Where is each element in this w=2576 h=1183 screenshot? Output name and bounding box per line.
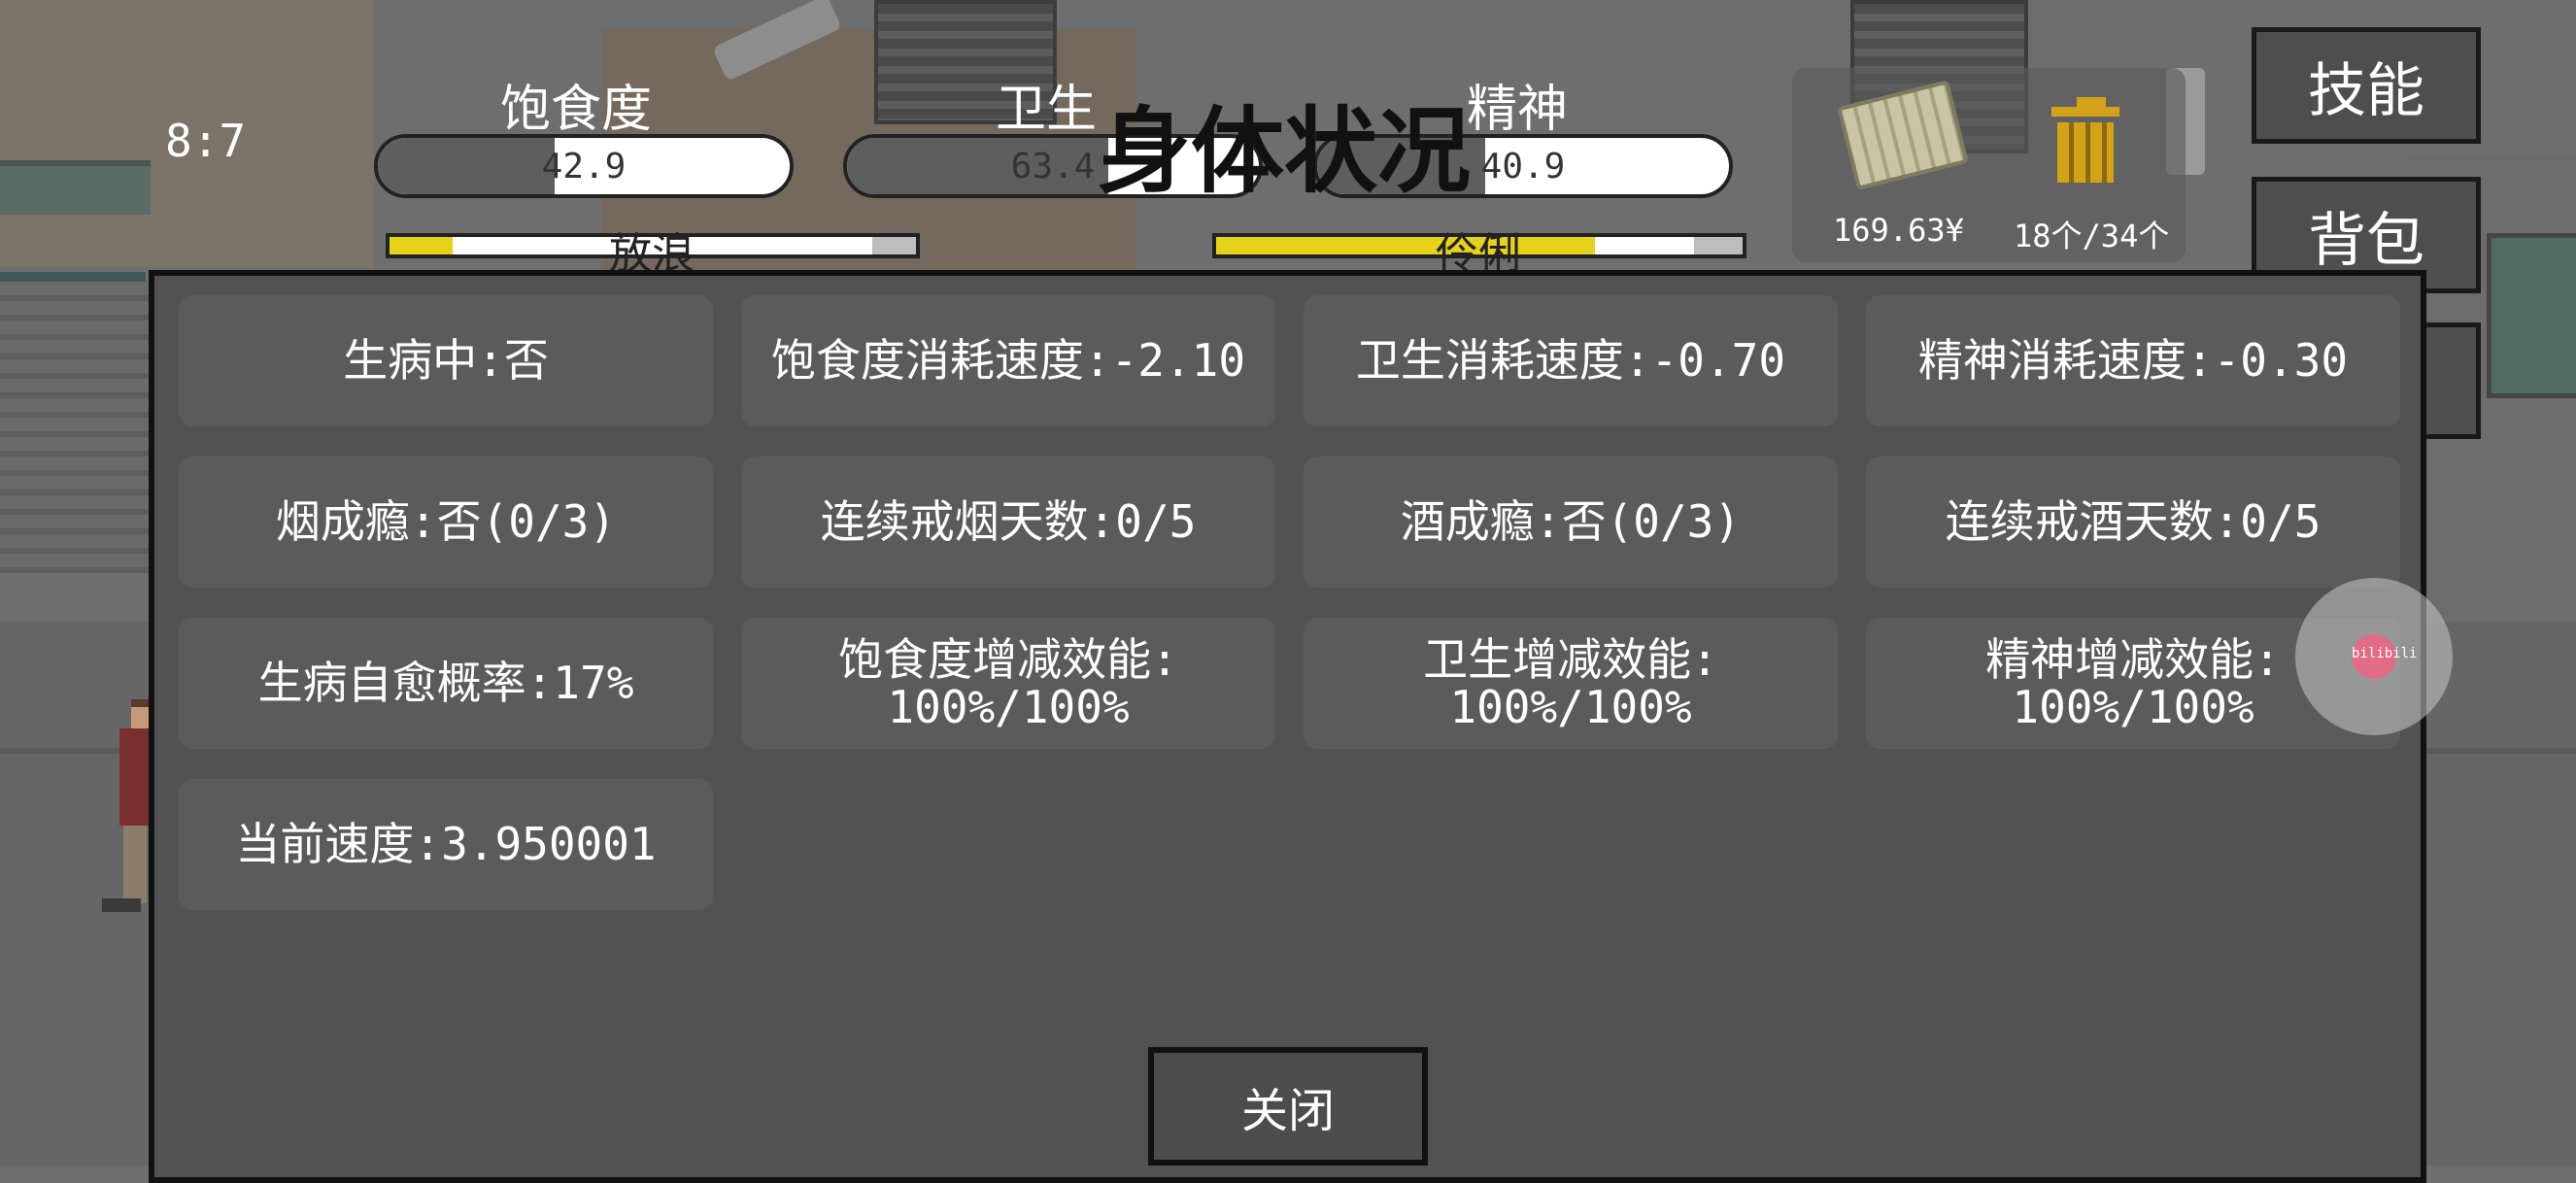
stat-cell-satiety-rate: 饱食度消耗速度:-2.10: [741, 295, 1275, 426]
cell-text: 精神消耗速度:-0.30: [1917, 334, 2349, 388]
stat-cell-speed: 当前速度:3.950001: [179, 779, 713, 910]
stat-cell-hygiene-efficiency: 卫生增减效能: 100%/100%: [1304, 618, 1838, 749]
cell-subtext: 100%/100%: [2012, 680, 2254, 733]
trash-lid: [2051, 107, 2119, 117]
character-torso: [119, 728, 153, 826]
stat-cell-spirit-rate: 精神消耗速度:-0.30: [1866, 295, 2400, 426]
stat-cell-sick: 生病中:否: [179, 295, 713, 426]
cell-text: 连续戒酒天数:0/5: [1945, 495, 2322, 549]
stat-cell-quit-alcohol-days: 连续戒酒天数:0/5: [1866, 456, 2400, 588]
bilibili-icon: bilibili: [2352, 634, 2418, 679]
satiety-value: 42.9: [541, 146, 627, 186]
satiety-label: 饱食度: [500, 81, 653, 139]
mood-tail-left: [872, 237, 916, 254]
character-legs: [123, 826, 147, 903]
satiety-bar: 42.9: [374, 134, 794, 198]
shutter: [0, 282, 155, 573]
mood-fill-right: [1216, 237, 1596, 254]
cell-text: 当前速度:3.950001: [235, 818, 657, 871]
trash-handle: [2077, 97, 2106, 107]
hygiene-label: 卫生: [996, 81, 1098, 139]
spirit-label: 精神: [1467, 81, 1569, 139]
player-character: [92, 699, 153, 923]
cell-text: 饱食度消耗速度:-2.10: [770, 334, 1246, 388]
window-right: [2487, 233, 2576, 398]
cell-text: 饱食度增减效能:: [838, 633, 1178, 687]
cell-text: 生病自愈概率:17%: [257, 657, 634, 710]
game-clock: 8:7: [165, 115, 247, 167]
body-status-dialog: 生病中:否 饱食度消耗速度:-2.10 卫生消耗速度:-0.70 精神消耗速度:…: [149, 270, 2426, 1183]
trash-body: [2057, 122, 2114, 183]
skills-button[interactable]: 技能: [2252, 27, 2481, 144]
stat-cell-hygiene-rate: 卫生消耗速度:-0.70: [1304, 295, 1838, 426]
stat-cell-smoke-addiction: 烟成瘾:否(0/3): [179, 456, 713, 588]
stat-cell-alcohol-addiction: 酒成瘾:否(0/3): [1304, 456, 1838, 588]
cell-subtext: 100%/100%: [887, 680, 1130, 733]
mood-tail-right: [1694, 237, 1743, 254]
mood-fill-left: [390, 237, 454, 254]
stat-cell-satiety-efficiency: 饱食度增减效能: 100%/100%: [741, 618, 1275, 749]
stat-cell-self-heal: 生病自愈概率:17%: [179, 618, 713, 749]
stat-cell-quit-smoke-days: 连续戒烟天数:0/5: [741, 456, 1275, 588]
window-left: [0, 160, 151, 215]
money-amount: 169.63¥: [1833, 212, 1964, 249]
cell-text: 卫生消耗速度:-0.70: [1355, 334, 1786, 388]
character-shoe: [102, 898, 141, 912]
inventory-count: 18个/34个: [2014, 218, 2170, 254]
trash-can-icon[interactable]: [2051, 97, 2119, 183]
cell-text: 精神增减效能:: [1985, 633, 2281, 687]
dialog-title: 身体状况: [1098, 97, 1471, 206]
cell-text: 卫生增减效能:: [1423, 633, 1718, 687]
cell-subtext: 100%/100%: [1449, 680, 1692, 733]
bilibili-label: bilibili: [2352, 646, 2418, 661]
floating-assistant-button[interactable]: bilibili: [2295, 578, 2453, 735]
cell-text: 生病中:否: [343, 334, 549, 388]
cell-text: 烟成瘾:否(0/3): [275, 495, 617, 549]
close-button[interactable]: 关闭: [1148, 1047, 1428, 1166]
cell-text: 酒成瘾:否(0/3): [1400, 495, 1742, 549]
cell-text: 连续戒烟天数:0/5: [820, 495, 1197, 549]
